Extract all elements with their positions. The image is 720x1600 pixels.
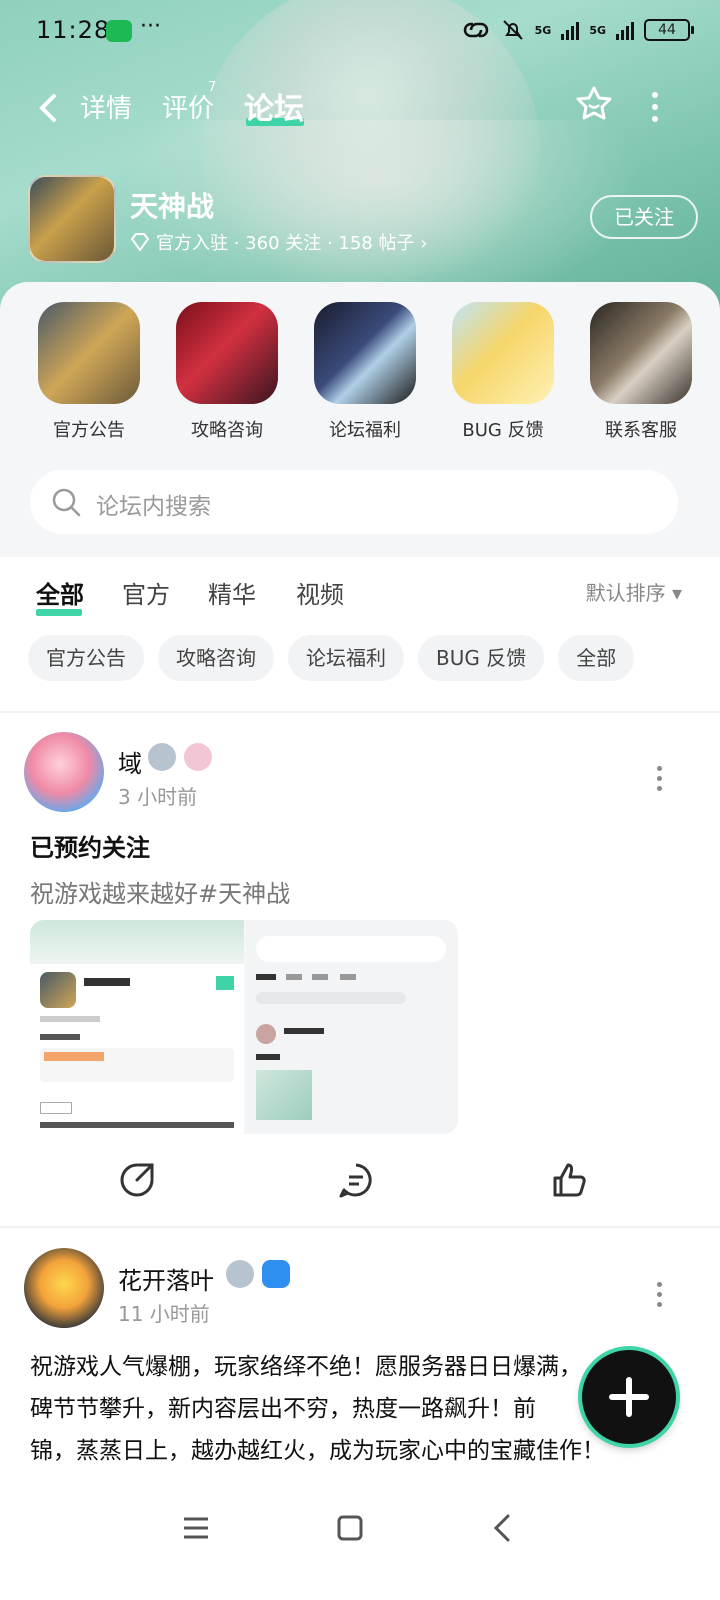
quick-entry-support[interactable]: 联系客服: [572, 302, 710, 442]
post-body[interactable]: 祝游戏越来越好#天神战: [30, 874, 290, 909]
post-time: 11 小时前: [118, 1302, 210, 1326]
search-icon: [52, 488, 81, 517]
game-icon[interactable]: [28, 175, 116, 263]
link-icon: [463, 22, 488, 38]
network-label-2: 5G: [589, 23, 606, 37]
tab-official[interactable]: 官方: [122, 575, 170, 610]
chip-bug-report[interactable]: BUG 反馈: [418, 635, 545, 681]
quick-entry-label: 联系客服: [605, 420, 677, 441]
new-post-button[interactable]: [582, 1350, 676, 1444]
chip-announcement[interactable]: 官方公告: [28, 635, 144, 681]
game-stats: 官方入驻 · 360 关注 · 158 帖子 ›: [156, 233, 428, 254]
filter-tabs: 全部 官方 精华 视频 默认排序 ▾: [0, 557, 720, 627]
forum-header: 11:28 ··· 5G 5G 44 详情 评价 7 论坛 天神战 官方入驻 ·…: [0, 0, 720, 330]
signal-icon-1: [561, 20, 580, 40]
more-notifications-icon: ···: [140, 14, 161, 39]
signal-icon-2: [616, 20, 634, 40]
post-image-1[interactable]: [30, 920, 244, 1134]
status-time: 11:28: [36, 16, 111, 44]
official-diamond-icon: [130, 233, 150, 251]
post-more-icon[interactable]: [655, 1282, 663, 1312]
level-badge-icon: [226, 1260, 254, 1288]
reviews-count-badge: 7: [208, 80, 217, 95]
chip-all[interactable]: 全部: [558, 635, 635, 681]
welfare-image: [314, 302, 416, 404]
status-icons: 5G 5G 44: [461, 18, 694, 42]
post-title[interactable]: 已预约关注: [30, 828, 150, 863]
post-more-icon[interactable]: [655, 766, 663, 796]
home-icon[interactable]: [330, 1508, 370, 1548]
support-image: [590, 302, 692, 404]
tab-all[interactable]: 全部: [36, 575, 84, 610]
avatar[interactable]: [24, 1248, 104, 1328]
status-bar: 11:28 ··· 5G 5G 44: [0, 0, 720, 64]
quick-entry-label: 攻略咨询: [191, 420, 263, 441]
post-author[interactable]: 花开落叶: [118, 1261, 214, 1296]
quick-entry-bug-report[interactable]: BUG 反馈: [434, 302, 572, 442]
game-meta[interactable]: 官方入驻 · 360 关注 · 158 帖子 ›: [130, 229, 427, 255]
network-label-1: 5G: [534, 23, 552, 37]
more-options-icon[interactable]: [650, 92, 660, 122]
chip-guides[interactable]: 攻略咨询: [158, 635, 274, 681]
quick-entry-label: 官方公告: [53, 420, 125, 441]
tab-video[interactable]: 视频: [296, 575, 344, 610]
game-info: 天神战 官方入驻 · 360 关注 · 158 帖子 › 已关注: [28, 175, 698, 265]
forum-panel: 官方公告 攻略咨询 论坛福利 BUG 反馈 联系客服 论坛内搜索: [0, 282, 720, 557]
post-image-2[interactable]: [246, 920, 458, 1134]
post-actions: [0, 1160, 720, 1204]
quick-entry-label: 论坛福利: [329, 420, 401, 441]
divider: [0, 1226, 720, 1228]
post-images[interactable]: [30, 920, 458, 1134]
guides-image: [176, 302, 278, 404]
post-time: 3 小时前: [118, 785, 198, 809]
game-name: 天神战: [130, 190, 215, 223]
category-chips: 官方公告 攻略咨询 论坛福利 BUG 反馈 全部: [28, 635, 635, 681]
gamer-badge-icon: [262, 1260, 290, 1288]
tab-featured[interactable]: 精华: [208, 575, 256, 610]
back-nav-icon[interactable]: [484, 1508, 524, 1548]
share-icon[interactable]: [117, 1160, 157, 1200]
menu-icon[interactable]: [176, 1508, 216, 1548]
quick-entry-label: BUG 反馈: [462, 420, 544, 441]
favorite-star-icon[interactable]: [574, 84, 614, 124]
level-badge-icon: [148, 743, 176, 771]
quick-entry-guides[interactable]: 攻略咨询: [158, 302, 296, 442]
tab-forum[interactable]: 论坛: [244, 84, 304, 128]
tab-reviews[interactable]: 评价: [162, 88, 214, 125]
fan-badge-icon: [184, 743, 212, 771]
announcement-image: [38, 302, 140, 404]
comment-icon[interactable]: [336, 1160, 376, 1200]
quick-entry-announcement[interactable]: 官方公告: [20, 302, 158, 442]
filter-tab-indicator: [36, 609, 82, 616]
system-nav-bar: [0, 1480, 720, 1600]
like-icon[interactable]: [549, 1160, 589, 1200]
post-author[interactable]: 域: [118, 744, 142, 779]
mute-icon: [502, 20, 523, 40]
sort-dropdown[interactable]: 默认排序 ▾: [586, 577, 682, 606]
quick-entries: 官方公告 攻略咨询 论坛福利 BUG 反馈 联系客服: [20, 302, 710, 442]
post-body-line: 锦，蒸蒸日上，越办越红火，成为玩家心中的宝藏佳作！: [30, 1438, 605, 1464]
avatar[interactable]: [24, 732, 104, 812]
top-nav: 详情 评价 7 论坛: [0, 78, 720, 138]
tab-details[interactable]: 详情: [80, 88, 132, 125]
quick-entry-welfare[interactable]: 论坛福利: [296, 302, 434, 442]
chip-welfare[interactable]: 论坛福利: [288, 635, 404, 681]
battery-icon: 44: [644, 19, 694, 41]
wechat-icon: [106, 20, 132, 42]
back-icon[interactable]: [34, 88, 64, 128]
search-placeholder: 论坛内搜索: [96, 494, 211, 520]
plus-icon-stroke: [626, 1377, 632, 1417]
bug-report-image: [452, 302, 554, 404]
follow-button[interactable]: 已关注: [590, 195, 698, 239]
search-input[interactable]: 论坛内搜索: [30, 470, 678, 534]
divider: [0, 711, 720, 713]
